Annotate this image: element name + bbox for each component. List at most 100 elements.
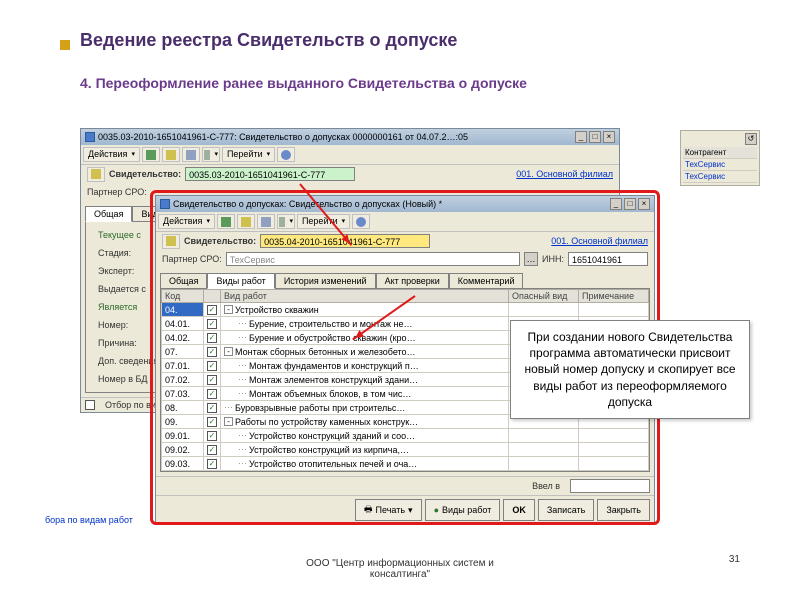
row-checkbox[interactable]: ✓	[207, 431, 217, 441]
stage-label: Стадия:	[98, 248, 131, 258]
entered-label: Ввел в	[532, 481, 560, 491]
bdnum-label: Номер в БД	[98, 374, 148, 384]
tree-toggle-icon[interactable]: -	[224, 305, 233, 314]
tab-general[interactable]: Общая	[160, 273, 207, 289]
actions-button[interactable]: Действия	[158, 214, 215, 229]
col-code[interactable]: Код	[162, 290, 204, 303]
row-checkbox[interactable]: ✓	[207, 361, 217, 371]
front-toolbar: Действия Перейти	[156, 212, 654, 232]
row-checkbox[interactable]: ✓	[207, 375, 217, 385]
goto-button[interactable]: Перейти	[297, 214, 350, 229]
row-checkbox[interactable]: ✓	[207, 305, 217, 315]
minimize-icon[interactable]: _	[610, 198, 622, 210]
close-icon[interactable]: ×	[603, 131, 615, 143]
tab-comment[interactable]: Комментарий	[449, 273, 524, 289]
back-window-title-bar: 0035.03-2010-1651041961-С-777: Свидетель…	[81, 129, 619, 145]
extra-label: Доп. сведения	[98, 356, 158, 366]
table-row[interactable]: 09.02.✓⋯ Устройство конструкций из кирпи…	[162, 443, 649, 457]
back-toolbar: Действия Перейти	[81, 145, 619, 165]
print-button[interactable]: 🖶 Печать ▾	[355, 499, 422, 521]
maximize-icon[interactable]: □	[624, 198, 636, 210]
goto-button[interactable]: Перейти	[222, 147, 275, 162]
cert-icon	[87, 167, 105, 182]
tab-act[interactable]: Акт проверки	[376, 273, 449, 289]
side-header: Контрагент	[683, 147, 757, 159]
group-is: Является	[98, 302, 137, 312]
filter-hint-text: бора по видам работ	[45, 515, 133, 525]
reason-label: Причина:	[98, 338, 137, 348]
row-checkbox[interactable]: ✓	[207, 445, 217, 455]
footer-buttons: 🖶 Печать ▾ ●Виды работ OK Записать Закры…	[156, 495, 654, 524]
entered-field	[570, 479, 650, 493]
close-icon[interactable]: ×	[638, 198, 650, 210]
lookup-button[interactable]: …	[524, 252, 538, 266]
row-checkbox[interactable]: ✓	[207, 347, 217, 357]
footer-org: ООО "Центр информационных систем и конса…	[300, 558, 500, 580]
partner-label: Партнер СРО:	[162, 254, 222, 264]
toolbar-icon[interactable]	[182, 147, 200, 162]
close-button[interactable]: Закрыть	[597, 499, 650, 521]
group-current: Текущее с	[98, 230, 141, 240]
window-icon	[85, 132, 95, 142]
tree-toggle-icon[interactable]: -	[224, 417, 233, 426]
toolbar-icon[interactable]	[257, 214, 275, 229]
issued-label: Выдается с	[98, 284, 146, 294]
front-window-title: Свидетельство о допусках: Свидетельство …	[173, 199, 442, 209]
side-row-1[interactable]: ТехСервис	[683, 159, 757, 171]
side-panel: ↺ Контрагент ТехСервис ТехСервис	[680, 130, 760, 186]
col-work[interactable]: Вид работ	[221, 290, 509, 303]
save-button[interactable]: Записать	[538, 499, 594, 521]
row-checkbox[interactable]: ✓	[207, 389, 217, 399]
help-icon[interactable]	[352, 214, 370, 229]
toolbar-icon[interactable]	[202, 147, 220, 162]
slide-title: Ведение реестра Свидетельств о допуске	[80, 30, 457, 51]
col-danger[interactable]: Опасный вид	[509, 290, 579, 303]
window-icon	[160, 199, 170, 209]
toolbar-icon[interactable]	[142, 147, 160, 162]
inn-label: ИНН:	[542, 254, 564, 264]
row-checkbox[interactable]: ✓	[207, 417, 217, 427]
ok-button[interactable]: OK	[503, 499, 535, 521]
table-row[interactable]: 09.01.✓⋯ Устройство конструкций зданий и…	[162, 429, 649, 443]
title-marker	[60, 40, 70, 50]
row-checkbox[interactable]: ✓	[207, 459, 217, 469]
toolbar-icon[interactable]	[237, 214, 255, 229]
table-row[interactable]: 09.03.✓⋯ Устройство отопительных печей и…	[162, 457, 649, 471]
slide-subtitle: 4. Переоформление ранее выданного Свидет…	[80, 75, 527, 91]
cert-icon	[162, 234, 180, 249]
tree-toggle-icon[interactable]: -	[224, 347, 233, 356]
row-checkbox[interactable]: ✓	[207, 403, 217, 413]
table-row[interactable]: 04.✓- Устройство скважин	[162, 303, 649, 317]
front-window-title-bar: Свидетельство о допусках: Свидетельство …	[156, 196, 654, 212]
partner-field[interactable]: ТехСервис	[226, 252, 520, 266]
actions-button[interactable]: Действия	[83, 147, 140, 162]
toolbar-icon[interactable]	[277, 214, 295, 229]
tab-general[interactable]: Общая	[85, 206, 132, 222]
works-button[interactable]: ●Виды работ	[425, 499, 501, 521]
row-checkbox[interactable]: ✓	[207, 319, 217, 329]
cert-label: Свидетельство:	[184, 236, 256, 246]
callout-box: При создании нового Свидетельства програ…	[510, 320, 750, 419]
col-note[interactable]: Примечание	[579, 290, 649, 303]
refresh-icon[interactable]: ↺	[745, 133, 757, 145]
tab-history[interactable]: История изменений	[275, 273, 376, 289]
branch-link[interactable]: 001. Основной филиал	[551, 236, 648, 246]
branch-link[interactable]: 001. Основной филиал	[516, 169, 613, 179]
partner-label: Партнер СРО:	[87, 187, 147, 197]
cert-number-field[interactable]: 0035.03-2010-1651041961-С-777	[185, 167, 355, 181]
back-window-title: 0035.03-2010-1651041961-С-777: Свидетель…	[98, 132, 468, 142]
filter-checkbox[interactable]	[85, 400, 95, 410]
toolbar-icon[interactable]	[162, 147, 180, 162]
help-icon[interactable]	[277, 147, 295, 162]
inn-field[interactable]: 1651041961	[568, 252, 648, 266]
num-label: Номер:	[98, 320, 128, 330]
side-row-2[interactable]: ТехСервис	[683, 171, 757, 183]
callout-text: При создании нового Свидетельства програ…	[524, 330, 735, 409]
maximize-icon[interactable]: □	[589, 131, 601, 143]
tab-works[interactable]: Виды работ	[207, 273, 274, 289]
minimize-icon[interactable]: _	[575, 131, 587, 143]
expert-label: Эксперт:	[98, 266, 134, 276]
cert-label: Свидетельство:	[109, 169, 181, 179]
toolbar-icon[interactable]	[217, 214, 235, 229]
row-checkbox[interactable]: ✓	[207, 333, 217, 343]
